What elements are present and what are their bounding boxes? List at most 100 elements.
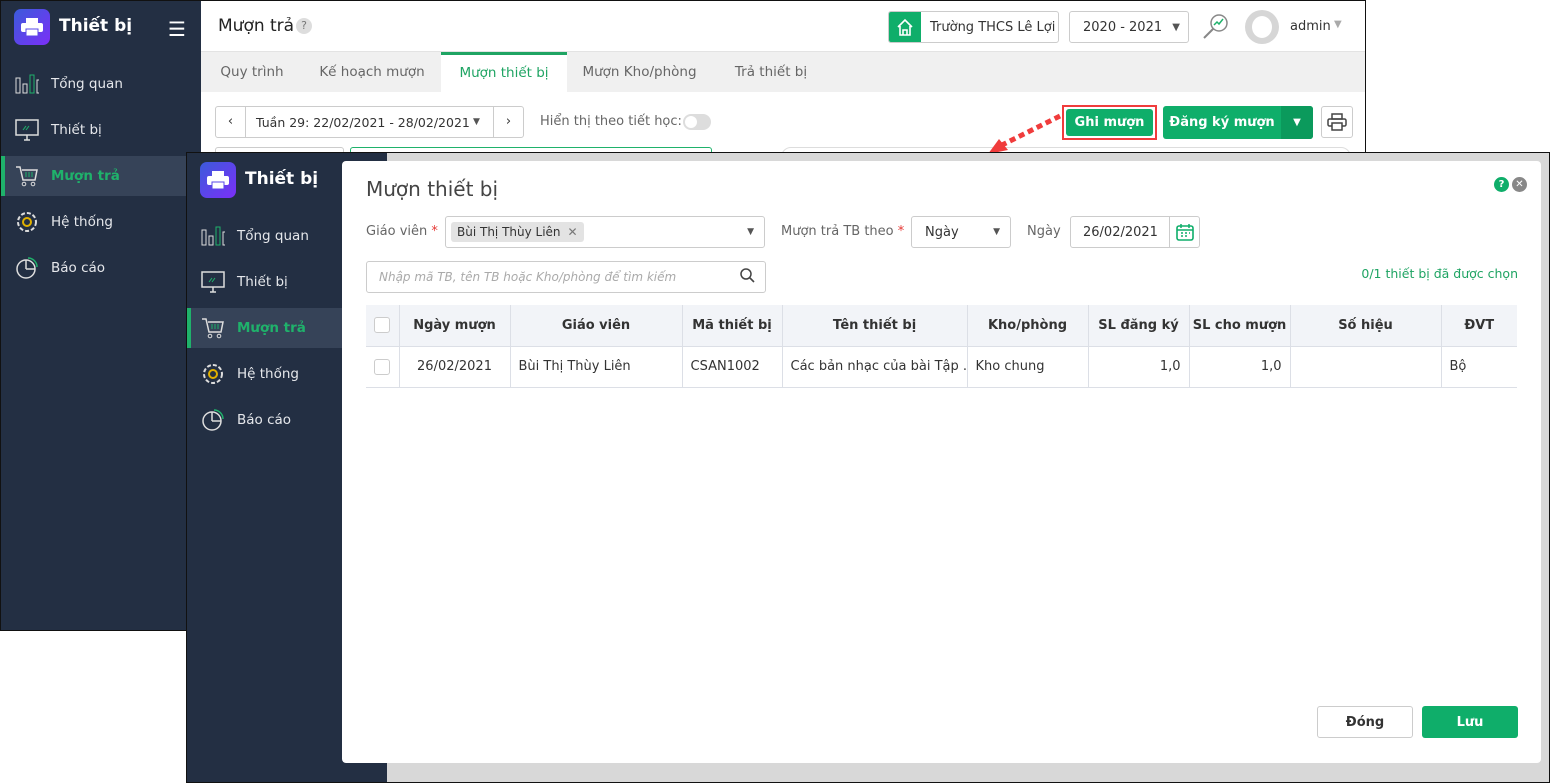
cell-unit: Bộ <box>1441 346 1517 388</box>
tab-muon-thiet-bi[interactable]: Mượn thiết bị <box>441 52 567 93</box>
monitor-icon <box>15 118 39 142</box>
sidebar-item-bao-cao[interactable]: Báo cáo <box>1 248 201 288</box>
column-header[interactable]: Giáo viên <box>510 305 683 347</box>
borrow-by-value: Ngày <box>925 224 959 240</box>
sidebar: Thiết bị ☰ Tổng quan Thiết bị Mượn trả H… <box>1 1 201 630</box>
selected-count: 0/1 thiết bị đã được chọn <box>1361 266 1518 281</box>
cell-room: Kho chung <box>967 346 1089 388</box>
sidebar-item-label: Tổng quan <box>237 228 309 244</box>
show-by-period-toggle[interactable] <box>683 114 711 130</box>
tab-muon-kho-phong[interactable]: Mượn Kho/phòng <box>567 52 712 93</box>
week-value: Tuần 29: 22/02/2021 - 28/02/2021 <box>256 114 470 130</box>
search-placeholder: Nhập mã TB, tên TB hoặc Kho/phòng để tìm… <box>379 270 677 284</box>
sidebar-item-he-thong[interactable]: Hệ thống <box>1 202 201 242</box>
sidebar-item-label: Tổng quan <box>51 76 123 92</box>
cell-registered-qty: 1,0 <box>1088 346 1190 388</box>
pie-chart-icon <box>201 408 225 432</box>
gear-icon <box>15 210 39 234</box>
sidebar-item-label: Thiết bị <box>51 122 102 138</box>
dialog-screen: Thiết bị Tổng quan Thiết bị Mượn trả Hệ … <box>186 152 1550 783</box>
record-borrow-button[interactable]: Ghi mượn <box>1066 109 1153 136</box>
save-button[interactable]: Lưu <box>1422 706 1518 738</box>
help-icon[interactable]: ? <box>296 18 312 34</box>
search-icon[interactable] <box>740 267 755 287</box>
register-borrow-label: Đăng ký mượn <box>1169 115 1275 130</box>
date-label: Ngày <box>1027 224 1061 239</box>
tab-ke-hoach-muon[interactable]: Kế hoạch mượn <box>303 52 441 93</box>
cell-serial[interactable] <box>1290 346 1442 388</box>
row-checkbox[interactable] <box>366 346 400 388</box>
sidebar-item-tong-quan[interactable]: Tổng quan <box>1 64 201 104</box>
cell-code: CSAN1002 <box>682 346 783 388</box>
sidebar-item-label: Hệ thống <box>237 366 299 382</box>
borrow-by-label: Mượn trả TB theo * <box>781 224 905 239</box>
chevron-down-icon[interactable]: ▼ <box>1281 106 1313 139</box>
sidebar-item-thiet-bi[interactable]: Thiết bị <box>1 110 201 150</box>
next-week-button[interactable]: › <box>493 107 523 137</box>
register-borrow-button[interactable]: Đăng ký mượn ▼ <box>1163 106 1313 139</box>
teacher-tag: Bùi Thị Thùy Liên ✕ <box>451 222 584 242</box>
calendar-icon[interactable] <box>1169 217 1199 247</box>
borrow-equipment-dialog: Mượn thiết bị ? ✕ Giáo viên * Bùi Thị Th… <box>342 161 1541 763</box>
column-header[interactable]: Tên thiết bị <box>782 305 968 347</box>
chevron-down-icon[interactable]: ▼ <box>473 117 493 127</box>
cart-icon <box>201 316 225 340</box>
sidebar-item-label: Thiết bị <box>237 274 288 290</box>
tab-quy-trinh[interactable]: Quy trình <box>201 52 303 93</box>
date-input[interactable]: 26/02/2021 <box>1070 216 1200 248</box>
date-value: 26/02/2021 <box>1083 224 1158 240</box>
column-header[interactable]: ĐVT <box>1441 305 1517 347</box>
bar-chart-icon <box>201 224 225 248</box>
page-title: Mượn trả <box>218 16 295 36</box>
brand-name: Thiết bị <box>245 169 319 189</box>
avatar[interactable] <box>1245 10 1279 44</box>
column-header[interactable]: Kho/phòng <box>967 305 1089 347</box>
column-header[interactable]: Số hiệu <box>1290 305 1442 347</box>
sidebar-item-label: Báo cáo <box>51 260 106 276</box>
printer-logo-icon <box>14 9 50 45</box>
help-icon[interactable]: ? <box>1494 177 1509 192</box>
remove-tag-icon[interactable]: ✕ <box>568 225 578 239</box>
table-row[interactable]: 26/02/2021 Bùi Thị Thùy Liên CSAN1002 Cá… <box>366 346 1517 388</box>
sidebar-item-muon-tra[interactable]: Mượn trả <box>1 156 201 196</box>
tab-bar: Quy trình Kế hoạch mượn Mượn thiết bị Mư… <box>201 51 1365 93</box>
cell-name: Các bản nhạc của bài Tập ... <box>782 346 968 388</box>
user-chevron-icon[interactable]: ▼ <box>1334 19 1342 30</box>
teacher-tag-label: Bùi Thị Thùy Liên <box>457 225 561 239</box>
sidebar-item-label: Hệ thống <box>51 214 113 230</box>
cell-lend-qty[interactable]: 1,0 <box>1189 346 1291 388</box>
chevron-down-icon: ▼ <box>993 227 1000 237</box>
column-header[interactable]: SL cho mượn <box>1189 305 1291 347</box>
select-all-checkbox[interactable] <box>366 305 400 347</box>
dialog-title: Mượn thiết bị <box>366 177 499 201</box>
cart-icon <box>15 164 39 188</box>
year-select[interactable]: 2020 - 2021 ▼ <box>1069 11 1189 43</box>
school-selector[interactable]: Trường THCS Lê Lợi <box>888 11 1059 43</box>
column-header[interactable]: Mã thiết bị <box>682 305 783 347</box>
pie-chart-icon <box>15 256 39 280</box>
hamburger-menu-icon[interactable]: ☰ <box>168 17 186 41</box>
school-name: Trường THCS Lê Lợi <box>930 19 1056 35</box>
teacher-select[interactable]: Bùi Thị Thùy Liên ✕ ▼ <box>445 216 765 248</box>
tab-tra-thiet-bi[interactable]: Trả thiết bị <box>712 52 830 93</box>
column-header[interactable]: SL đăng ký <box>1088 305 1190 347</box>
chevron-down-icon[interactable]: ▼ <box>747 227 754 237</box>
close-button[interactable]: Đóng <box>1317 706 1413 738</box>
week-picker[interactable]: ‹ Tuần 29: 22/02/2021 - 28/02/2021 ▼ › <box>215 106 524 138</box>
user-name[interactable]: admin <box>1290 19 1331 34</box>
table-header-row: Ngày mượn Giáo viên Mã thiết bị Tên thiế… <box>366 305 1517 347</box>
brand-name: Thiết bị <box>59 16 133 36</box>
borrow-by-select[interactable]: Ngày ▼ <box>911 216 1011 248</box>
column-header[interactable]: Ngày mượn <box>399 305 511 347</box>
monitor-icon <box>201 270 225 294</box>
close-icon[interactable]: ✕ <box>1512 177 1527 192</box>
prev-week-button[interactable]: ‹ <box>216 107 246 137</box>
bar-chart-icon <box>15 72 39 96</box>
search-input[interactable]: Nhập mã TB, tên TB hoặc Kho/phòng để tìm… <box>366 261 766 293</box>
record-borrow-highlight: Ghi mượn <box>1062 105 1157 140</box>
home-icon <box>889 12 921 42</box>
sidebar-item-label: Mượn trả <box>237 320 306 336</box>
print-button[interactable] <box>1321 106 1353 138</box>
search-analytics-icon[interactable] <box>1202 13 1230 45</box>
equipment-table: Ngày mượn Giáo viên Mã thiết bị Tên thiế… <box>366 305 1517 388</box>
